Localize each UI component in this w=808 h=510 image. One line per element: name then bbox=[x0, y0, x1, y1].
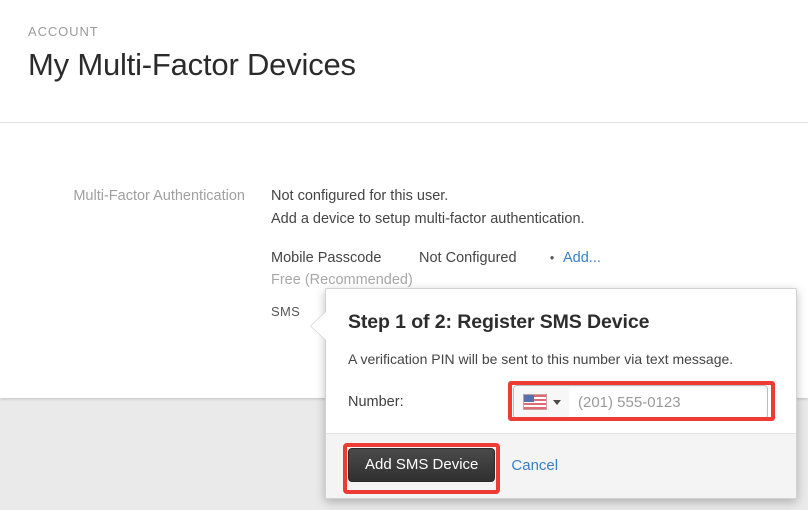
device-row-mobile-passcode: Mobile Passcode Not Configured • Add... bbox=[271, 247, 791, 269]
number-label: Number: bbox=[348, 394, 404, 410]
page-header: ACCOUNT My Multi-Factor Devices bbox=[28, 24, 356, 85]
country-select[interactable] bbox=[514, 386, 569, 418]
mfa-status-line-2: Add a device to setup multi-factor authe… bbox=[271, 211, 585, 227]
popover-footer: Add SMS Device Cancel bbox=[326, 433, 796, 498]
header-divider bbox=[0, 122, 808, 123]
phone-input-group bbox=[513, 385, 768, 419]
chevron-down-icon bbox=[553, 399, 561, 405]
us-flag-icon bbox=[523, 394, 547, 410]
number-form-row: Number: bbox=[348, 381, 775, 421]
popover-description: A verification PIN will be sent to this … bbox=[348, 351, 734, 367]
breadcrumb-account: ACCOUNT bbox=[28, 24, 99, 39]
mfa-field-label: Multi-Factor Authentication bbox=[73, 188, 245, 204]
cancel-link[interactable]: Cancel bbox=[511, 457, 558, 474]
register-sms-popover: Step 1 of 2: Register SMS Device A verif… bbox=[310, 288, 797, 499]
phone-number-input[interactable] bbox=[569, 386, 767, 418]
page-title: My Multi-Factor Devices bbox=[28, 47, 356, 82]
popover-title: Step 1 of 2: Register SMS Device bbox=[348, 311, 650, 333]
device-add-link[interactable]: Add... bbox=[563, 247, 601, 269]
device-name: Mobile Passcode bbox=[271, 250, 382, 266]
add-sms-device-button[interactable]: Add SMS Device bbox=[348, 448, 496, 482]
popover-body: Step 1 of 2: Register SMS Device A verif… bbox=[326, 289, 796, 433]
device-separator-dot: • bbox=[549, 250, 555, 265]
device-state: Not Configured bbox=[419, 250, 517, 266]
mfa-status-line-1: Not configured for this user. bbox=[271, 188, 449, 204]
popover-arrow bbox=[311, 311, 327, 341]
